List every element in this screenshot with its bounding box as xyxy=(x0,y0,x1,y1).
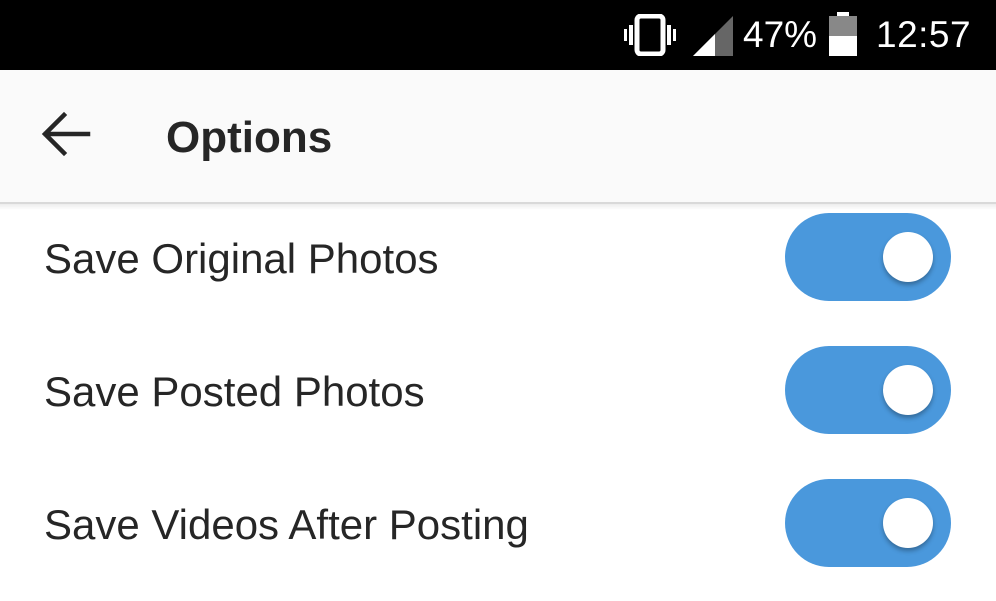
toggle-knob xyxy=(883,498,933,548)
save-videos-after-posting-toggle[interactable] xyxy=(785,479,951,567)
page-title: Options xyxy=(166,113,333,162)
arrow-left-icon xyxy=(41,111,91,157)
clock: 12:57 xyxy=(876,14,972,55)
battery-percent: 47% xyxy=(743,14,818,55)
cell-signal-icon xyxy=(693,16,733,56)
save-original-photos-toggle[interactable] xyxy=(785,213,951,301)
options-list: Save Original Photos Save Posted Photos … xyxy=(0,202,996,601)
back-button[interactable] xyxy=(30,98,102,170)
option-row-save-original-photos: Save Original Photos xyxy=(0,202,996,335)
toggle-knob xyxy=(883,365,933,415)
toggle-knob xyxy=(883,232,933,282)
option-label: Save Original Photos xyxy=(44,235,439,282)
status-bar: 47% 12:57 xyxy=(0,0,996,70)
option-label: Save Posted Photos xyxy=(44,368,425,415)
option-row-save-posted-photos: Save Posted Photos xyxy=(0,335,996,468)
option-row-save-videos-after-posting: Save Videos After Posting xyxy=(0,468,996,601)
battery-icon xyxy=(829,12,857,56)
option-label: Save Videos After Posting xyxy=(44,501,529,548)
vibrate-icon xyxy=(624,14,676,56)
app-bar: Options xyxy=(0,70,996,210)
save-posted-photos-toggle[interactable] xyxy=(785,346,951,434)
